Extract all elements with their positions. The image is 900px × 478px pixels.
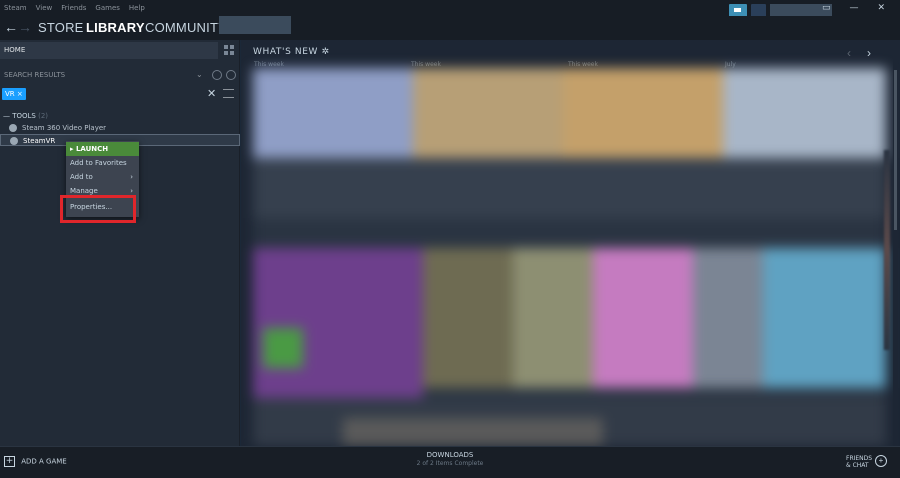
column-label: This week <box>411 61 441 68</box>
library-sidebar: HOME SEARCH RESULTS ⌄ VR × ✕ — TOOLS (2)… <box>0 40 240 446</box>
friends-plus-icon[interactable]: + <box>875 455 887 467</box>
submenu-arrow-icon: › <box>130 173 133 181</box>
tools-label: — TOOLS <box>3 112 36 120</box>
manage-label: Manage <box>70 187 98 195</box>
menu-help[interactable]: Help <box>129 4 145 12</box>
minimize-button[interactable]: — <box>849 4 858 13</box>
filter-row: VR × ✕ <box>0 86 240 102</box>
advanced-filter-icon[interactable] <box>223 89 234 98</box>
game-label: Steam 360 Video Player <box>22 124 107 132</box>
friends-chat-button[interactable]: FRIENDS & CHAT <box>846 455 872 469</box>
screen-icon[interactable]: ▭ <box>822 4 831 13</box>
news-content-blurred <box>253 68 886 446</box>
column-label: This week <box>568 61 598 68</box>
menu-games[interactable]: Games <box>95 4 120 12</box>
game-icon <box>9 124 17 132</box>
downloads-title: DOWNLOADS <box>426 451 474 459</box>
menu-bar: Steam View Friends Games Help ▭ — ✕ <box>0 0 900 20</box>
top-nav: ← → STORE LIBRARY COMMUNITY <box>0 16 900 40</box>
menu-friends[interactable]: Friends <box>61 4 86 12</box>
downloads-status[interactable]: DOWNLOADS 2 of 2 Items Complete <box>0 451 900 467</box>
clear-filter-icon[interactable]: ✕ <box>207 87 216 100</box>
back-arrow-icon[interactable]: ← <box>4 19 18 35</box>
carousel-edge <box>884 150 890 350</box>
tab-store[interactable]: STORE <box>38 20 84 35</box>
filter-tag-vr[interactable]: VR × <box>2 88 26 100</box>
chevron-down-icon[interactable]: ⌄ <box>196 68 203 82</box>
column-label: This week <box>254 61 284 68</box>
recent-clock-icon[interactable] <box>212 70 222 80</box>
search-results-label: SEARCH RESULTS <box>4 71 66 79</box>
friends-label: FRIENDS <box>846 455 873 462</box>
tab-library[interactable]: LIBRARY <box>86 20 145 35</box>
launch-menu-item[interactable]: ▸ LAUNCH <box>66 142 139 156</box>
annotation-highlight-box <box>60 195 136 223</box>
game-item-steam-360[interactable]: Steam 360 Video Player <box>0 122 240 134</box>
scrollbar-thumb[interactable] <box>894 70 897 230</box>
menu-steam[interactable]: Steam <box>4 4 27 12</box>
add-to-menu-item[interactable]: Add to › <box>66 170 139 184</box>
next-arrow-icon[interactable]: › <box>867 46 871 60</box>
add-to-favorites-menu-item[interactable]: Add to Favorites <box>66 156 139 170</box>
download-filter-icon[interactable] <box>226 70 236 80</box>
close-button[interactable]: ✕ <box>877 4 885 13</box>
tools-collection-header[interactable]: — TOOLS (2) <box>3 112 48 120</box>
tools-count: (2) <box>38 112 49 120</box>
add-to-label: Add to <box>70 173 93 181</box>
whats-new-title: WHAT'S NEW ✲ <box>253 47 330 57</box>
chat-label: & CHAT <box>846 462 869 469</box>
menu-view[interactable]: View <box>36 4 53 12</box>
home-button[interactable]: HOME <box>0 42 218 59</box>
bottom-bar: + ADD A GAME DOWNLOADS 2 of 2 Items Comp… <box>0 446 900 478</box>
forward-arrow-icon[interactable]: → <box>18 19 32 35</box>
column-label: July <box>725 61 736 68</box>
game-label: SteamVR <box>23 137 56 145</box>
tab-community[interactable]: COMMUNITY <box>145 20 227 35</box>
window-controls: ▭ — ✕ <box>822 4 894 13</box>
grid-view-icon[interactable] <box>222 43 236 57</box>
game-icon <box>10 137 18 145</box>
library-main: WHAT'S NEW ✲ ‹ › This week This week Thi… <box>241 40 900 446</box>
username-tab[interactable] <box>219 16 291 34</box>
search-results-header[interactable]: SEARCH RESULTS ⌄ <box>0 68 240 82</box>
prev-arrow-icon[interactable]: ‹ <box>847 46 851 60</box>
downloads-progress-text: 2 of 2 Items Complete <box>416 460 484 467</box>
